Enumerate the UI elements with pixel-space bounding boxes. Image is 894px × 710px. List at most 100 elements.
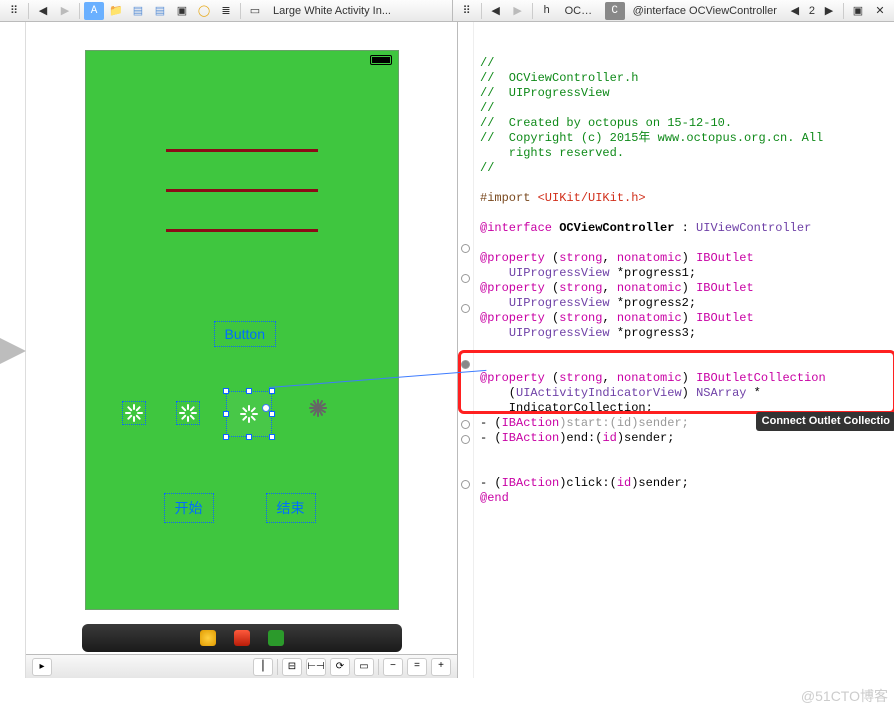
jump-bar-item[interactable]: Large White Activity In... <box>267 5 448 17</box>
code-type: UIProgressView <box>509 266 610 280</box>
storyboard-icon-2[interactable]: ▤ <box>150 2 170 20</box>
related-items-icon[interactable]: ⠿ <box>4 2 24 20</box>
code-keyword: IBOutlet <box>696 311 754 325</box>
end-button[interactable]: 结束 <box>266 493 316 523</box>
pin-icon[interactable]: ⊢⊣ <box>306 658 326 676</box>
code-keyword: id <box>602 431 616 445</box>
counterpart-index: 2 <box>807 5 817 17</box>
code-text: )sender; <box>617 431 675 445</box>
code-text: : <box>674 221 696 235</box>
storyboard-icon[interactable]: ▤ <box>128 2 148 20</box>
counter-back-icon[interactable]: ◀ <box>785 2 805 20</box>
code-text: , <box>602 251 616 265</box>
forward-icon[interactable]: ▶ <box>508 2 528 20</box>
forward-icon[interactable]: ▶ <box>55 2 75 20</box>
code-keyword: strong <box>559 371 602 385</box>
progress-view-1[interactable] <box>166 149 318 152</box>
code-text: )click:( <box>559 476 617 490</box>
code-keyword: id <box>617 476 631 490</box>
spinner-icon <box>125 404 143 422</box>
related-items-icon[interactable]: ⠿ <box>457 2 477 20</box>
start-button[interactable]: 开始 <box>164 493 214 523</box>
ui-button[interactable]: Button <box>214 321 276 347</box>
code-type: UIViewController <box>696 221 811 235</box>
code-text: ) <box>682 311 696 325</box>
connection-origin-dot <box>262 404 270 412</box>
activity-indicator-4[interactable] <box>302 397 334 429</box>
back-icon[interactable]: ◀ <box>486 2 506 20</box>
connection-indicator-icon[interactable] <box>461 480 470 489</box>
assistant-editor[interactable]: // // OCViewController.h // UIProgressVi… <box>458 22 894 678</box>
resolve-icon[interactable]: ⟳ <box>330 658 350 676</box>
connection-indicator-icon[interactable] <box>461 274 470 283</box>
zoom-actual-icon[interactable]: = <box>407 658 427 676</box>
code-keyword: IBOutlet <box>696 251 754 265</box>
code-keyword: IBAction <box>502 416 560 430</box>
code-keyword: @property <box>480 251 552 265</box>
connection-indicator-icon[interactable] <box>461 304 470 313</box>
c-file-icon[interactable]: C <box>605 2 625 20</box>
watermark: @51CTO博客 <box>801 686 888 706</box>
code-text: ) <box>682 386 696 400</box>
right-jump-bar[interactable]: ⠿ ◀ ▶ h OCVi... C @interface OCViewContr… <box>453 0 894 22</box>
connection-indicator-icon[interactable] <box>461 244 470 253</box>
code-text: - ( <box>480 431 502 445</box>
exit-icon[interactable] <box>268 630 284 646</box>
code-keyword: nonatomic <box>617 311 682 325</box>
code-keyword: @property <box>480 371 552 385</box>
zoom-out-icon[interactable]: − <box>383 658 403 676</box>
code-gutter[interactable] <box>458 22 474 678</box>
code-import-path: <UIKit/UIKit.h> <box>538 191 646 205</box>
align-icon[interactable]: ⎮ <box>253 658 273 676</box>
connection-indicator-icon[interactable] <box>461 435 470 444</box>
window-icon[interactable]: ▭ <box>245 2 265 20</box>
activity-indicator-2[interactable] <box>176 401 200 425</box>
file-icon[interactable]: A <box>84 2 104 20</box>
first-responder-icon[interactable] <box>234 630 250 646</box>
code-keyword: strong <box>559 311 602 325</box>
interface-builder-canvas[interactable]: Button 开始 <box>26 22 458 678</box>
object-icon[interactable]: ◯ <box>194 2 214 20</box>
code-text: *progress1; <box>610 266 696 280</box>
spinner-icon <box>179 404 197 422</box>
connection-indicator-icon[interactable] <box>461 420 470 429</box>
battery-icon <box>370 55 392 65</box>
code-text: , <box>602 281 616 295</box>
list-icon[interactable]: ≣ <box>216 2 236 20</box>
close-assistant-icon[interactable]: ✕ <box>870 2 890 20</box>
scene-dock[interactable] <box>82 624 402 652</box>
progress-view-3[interactable] <box>166 229 318 232</box>
left-jump-bar[interactable]: ⠿ ◀ ▶ A 📁 ▤ ▤ ▣ ◯ ≣ ▭ Large White Activi… <box>0 0 453 22</box>
end-button-label: 结束 <box>277 500 305 516</box>
code-text: ) <box>682 281 696 295</box>
zoom-in-icon[interactable]: + <box>431 658 451 676</box>
add-assistant-icon[interactable]: ▣ <box>848 2 868 20</box>
canvas-gutter <box>0 22 26 678</box>
connection-indicator-filled-icon[interactable] <box>461 360 470 369</box>
resize-icon[interactable]: ▭ <box>354 658 374 676</box>
box-icon[interactable]: ▣ <box>172 2 192 20</box>
device-view[interactable]: Button 开始 <box>85 50 399 610</box>
code-keyword: nonatomic <box>617 371 682 385</box>
code-text: , <box>602 311 616 325</box>
canvas-bottom-bar[interactable]: ▸ ⎮ ⊟ ⊢⊣ ⟳ ▭ − = + <box>26 654 457 678</box>
toggle-outline-icon[interactable]: ▸ <box>32 658 52 676</box>
stack-icon[interactable]: ⊟ <box>282 658 302 676</box>
jump-bar-symbol[interactable]: @interface OCViewController <box>627 5 783 17</box>
code-text: ) <box>682 371 696 385</box>
code-text: ( <box>480 386 516 400</box>
h-file-icon[interactable]: h <box>537 2 557 20</box>
code-text: * <box>746 386 760 400</box>
code-text: *progress2; <box>610 296 696 310</box>
activity-indicator-3-selected[interactable] <box>226 391 272 437</box>
source-editor[interactable]: // // OCViewController.h // UIProgressVi… <box>474 22 894 678</box>
jump-bar-file[interactable]: OCVi... <box>559 5 603 17</box>
code-text: )end:( <box>559 431 602 445</box>
counter-fwd-icon[interactable]: ▶ <box>819 2 839 20</box>
progress-view-2[interactable] <box>166 189 318 192</box>
activity-indicator-1[interactable] <box>122 401 146 425</box>
folder-icon[interactable]: 📁 <box>106 2 126 20</box>
connection-tooltip: Connect Outlet Collectio <box>756 412 894 431</box>
view-controller-icon[interactable] <box>200 630 216 646</box>
back-icon[interactable]: ◀ <box>33 2 53 20</box>
